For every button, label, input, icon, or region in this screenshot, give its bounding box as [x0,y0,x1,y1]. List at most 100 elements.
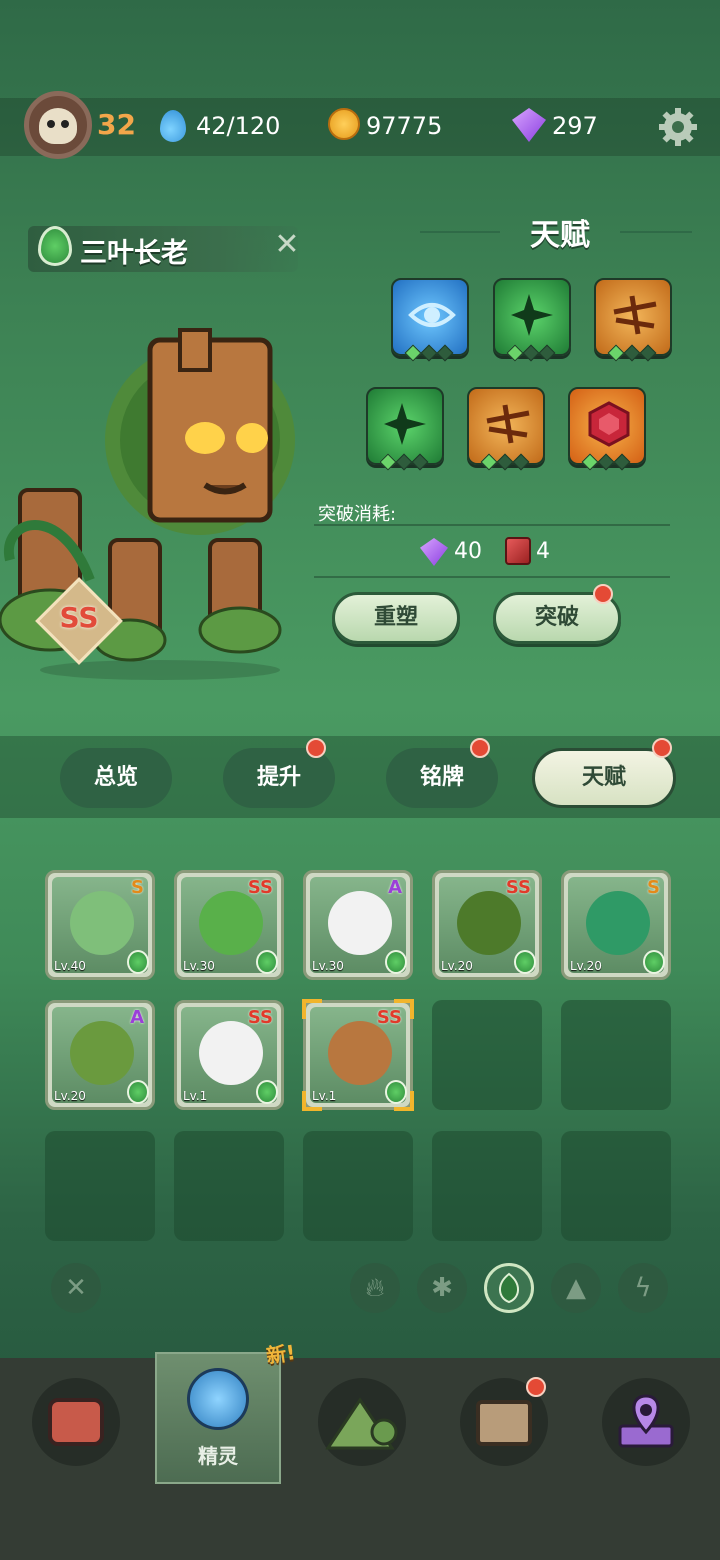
roster-card[interactable]: A Lv.30 [303,870,413,980]
slash-icon [613,295,657,335]
nav-map-button[interactable] [318,1378,406,1466]
empty-slot [303,1131,413,1241]
mountain-icon [325,1397,398,1450]
tab-talent[interactable]: 天赋 [532,748,676,808]
talent-slot-6[interactable] [568,387,646,471]
creature-portrait-icon [586,891,650,955]
creature-portrait-icon [70,1021,134,1085]
creature-ball-icon [187,1368,249,1430]
card-grade: SS [505,877,531,898]
nav-creatures-label: 精灵 [198,1444,238,1468]
notification-dot [526,1377,546,1397]
empty-slot [432,1131,542,1241]
empty-slot [561,1000,671,1110]
red-book-icon [505,537,531,565]
rock-icon[interactable]: ▲ [551,1263,601,1313]
notification-dot [652,738,672,758]
leaf-element-icon [256,950,278,974]
talent-slot-2[interactable] [493,278,571,362]
gem-value: 297 [552,112,598,140]
hexagon-gem-icon [588,401,630,447]
leaf-element-icon [127,950,149,974]
card-grade: S [647,877,660,898]
cost-gem-value: 40 [454,539,482,564]
creature-portrait-icon [70,891,134,955]
leaf-element-icon [385,950,407,974]
empty-slot [174,1131,284,1241]
leaf-element-icon [643,950,665,974]
roster-card[interactable]: SS Lv.20 [432,870,542,980]
empty-slot [432,1000,542,1110]
gear-icon[interactable] [657,106,699,148]
lightning-icon[interactable]: ϟ [618,1263,668,1313]
clear-filter-button[interactable]: ✕ [51,1263,101,1313]
roster-card[interactable]: S Lv.20 [561,870,671,980]
card-grade: A [130,1007,144,1028]
roster-card[interactable]: SS Lv.1 [302,999,414,1111]
new-label: 新! [264,1340,297,1368]
divider [314,576,670,578]
divider [314,524,670,526]
reshape-button[interactable]: 重塑 [332,592,460,644]
tab-overview[interactable]: 总览 [60,748,172,808]
nav-console-button[interactable] [32,1378,120,1466]
sparkle-icon [511,294,553,336]
creature-portrait-icon [199,1021,263,1085]
stamina-value: 42/120 [196,112,281,140]
card-grade: A [388,877,402,898]
title-ornament-left [420,231,500,233]
breakthrough-cost-label: 突破消耗: [318,504,397,525]
sparkle-icon [384,403,426,445]
leaf-element-icon [514,950,536,974]
water-drop-icon [160,110,186,142]
coin-value: 97775 [366,112,443,140]
location-pin-icon [618,1394,674,1448]
card-level: Lv.30 [183,959,215,973]
creature-portrait-icon [328,891,392,955]
card-level: Lv.20 [54,1089,86,1103]
leaf-element-icon [256,1080,278,1104]
creature-name: 三叶长老 [80,238,188,269]
card-grade: S [131,877,144,898]
leaf-element-icon [38,226,72,266]
console-icon [48,1398,104,1446]
title-ornament-right [620,231,692,233]
nav-location-button[interactable] [602,1378,690,1466]
roster-card[interactable]: SS Lv.30 [174,870,284,980]
notification-dot [306,738,326,758]
close-icon[interactable]: ✕ [272,230,302,260]
roster-card[interactable]: A Lv.20 [45,1000,155,1110]
talent-title: 天赋 [530,218,590,253]
flower-icon[interactable]: ✱ [417,1263,467,1313]
creature-portrait-icon [199,891,263,955]
player-level: 32 [97,108,136,141]
purple-gem-icon [420,538,448,566]
empty-slot [561,1131,671,1241]
creature-portrait-icon [457,891,521,955]
selection-corner [394,1091,414,1111]
slash-icon [486,404,530,444]
player-avatar[interactable] [24,91,92,159]
talent-slot-1[interactable] [391,278,469,362]
talent-slot-3[interactable] [594,278,672,362]
creature-portrait-icon [328,1021,392,1085]
selection-corner [302,1091,322,1111]
card-level: Lv.40 [54,959,86,973]
roster-card[interactable]: S Lv.40 [45,870,155,980]
paw-coin-icon [328,108,360,140]
card-level: Lv.20 [570,959,602,973]
talent-slot-4[interactable] [366,387,444,471]
leaf-element-icon [127,1080,149,1104]
notification-dot [470,738,490,758]
leaf-icon[interactable] [484,1263,534,1313]
selection-corner [394,999,414,1019]
fire-icon[interactable]: 🔥︎ [350,1263,400,1313]
cost-book-value: 4 [536,539,550,564]
chest-icon [476,1400,532,1446]
talent-slot-5[interactable] [467,387,545,471]
roster-card[interactable]: SS Lv.1 [174,1000,284,1110]
card-grade: SS [247,877,273,898]
card-grade: SS [247,1007,273,1028]
card-level: Lv.1 [183,1089,208,1103]
selection-corner [302,999,322,1019]
